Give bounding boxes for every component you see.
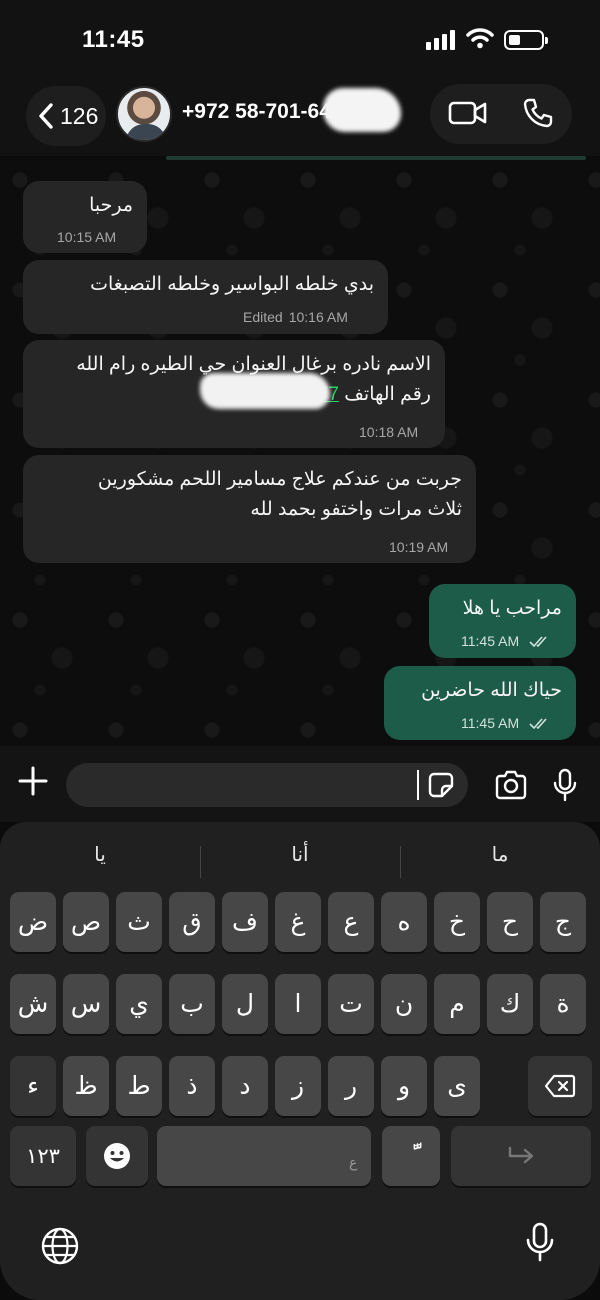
numbers-key[interactable]: ١٢٣ <box>10 1126 76 1186</box>
key-row2-10[interactable]: ة <box>540 974 586 1034</box>
dictation-microphone-icon[interactable] <box>526 1222 554 1262</box>
key-row2-7[interactable]: ن <box>381 974 427 1034</box>
key-row1-10[interactable]: ج <box>540 892 586 952</box>
camera-icon[interactable] <box>494 770 528 800</box>
phone-call-icon[interactable] <box>522 97 554 129</box>
key-row1-1[interactable]: ص <box>63 892 109 952</box>
sticker-icon[interactable] <box>428 772 454 798</box>
suggestion-item[interactable]: ما <box>400 842 600 867</box>
key-row1-8[interactable]: خ <box>434 892 480 952</box>
message-meta: Edited 10:16 AM <box>243 309 348 325</box>
key-row2-0[interactable]: ش <box>10 974 56 1034</box>
message-bubble-outgoing[interactable]: مراحب يا هلا 11:45 AM <box>429 584 576 658</box>
key-row1-6[interactable]: ع <box>328 892 374 952</box>
key-row1-9[interactable]: ح <box>487 892 533 952</box>
key-row2-3[interactable]: ب <box>169 974 215 1034</box>
key-row3-1[interactable]: ظ <box>63 1056 109 1116</box>
text-cursor <box>417 770 419 800</box>
message-time: 10:19 AM <box>389 539 449 555</box>
message-text-line: رقم الهاتف <box>344 384 431 405</box>
edited-label: Edited <box>243 309 283 325</box>
message-time: 11:45 AM <box>461 715 520 731</box>
message-meta: 11:45 AM <box>461 633 551 649</box>
read-receipt-icon <box>529 636 547 648</box>
message-bubble-incoming[interactable]: جربت من عندكم علاج مسامير اللحم مشكورين … <box>23 455 476 563</box>
message-time: 10:16 AM <box>288 309 348 325</box>
chat-screen: 11:45 126 +972 58-701-6413 مرحبا 10:15 A… <box>0 0 600 1300</box>
wifi-icon <box>466 28 494 49</box>
redaction-mark <box>200 373 330 409</box>
battery-level <box>509 35 520 45</box>
microphone-icon[interactable] <box>553 768 577 802</box>
suggestion-item[interactable]: يا <box>0 842 200 867</box>
key-row1-7[interactable]: ه <box>381 892 427 952</box>
emoji-icon <box>104 1143 130 1169</box>
key-row1-0[interactable]: ض <box>10 892 56 952</box>
return-icon <box>508 1146 534 1164</box>
message-meta: 11:45 AM <box>461 715 551 731</box>
suggestion-bar: يا أنا ما <box>0 832 600 878</box>
read-receipt-icon <box>529 718 547 730</box>
cellular-signal-icon <box>426 30 456 50</box>
message-bubble-outgoing[interactable]: حياك الله حاضرين 11:45 AM <box>384 666 576 740</box>
key-row3-4[interactable]: د <box>222 1056 268 1116</box>
key-row2-2[interactable]: ي <box>116 974 162 1034</box>
message-text: مرحبا <box>89 195 133 216</box>
battery-icon <box>504 30 548 50</box>
message-text: جربت من عندكم علاج مسامير اللحم مشكورين <box>97 469 462 490</box>
key-row2-9[interactable]: ك <box>487 974 533 1034</box>
message-text: مراحب يا هلا <box>462 598 562 619</box>
diacritic-key[interactable]: ًّ <box>382 1126 440 1186</box>
key-row1-4[interactable]: ف <box>222 892 268 952</box>
backspace-icon <box>544 1074 576 1098</box>
key-row3-3[interactable]: ذ <box>169 1056 215 1116</box>
message-time: 10:15 AM <box>57 229 117 245</box>
key-row1-2[interactable]: ث <box>116 892 162 952</box>
space-key[interactable]: ع <box>157 1126 371 1186</box>
unread-count: 126 <box>60 102 99 129</box>
backspace-key[interactable] <box>528 1056 592 1116</box>
return-key[interactable] <box>451 1126 591 1186</box>
chat-header: 126 +972 58-701-6413 <box>0 80 600 156</box>
message-bubble-incoming[interactable]: مرحبا 10:15 AM <box>23 181 147 253</box>
globe-icon[interactable] <box>40 1226 80 1266</box>
message-text: بدي خلطه البواسير وخلطه التصبغات <box>90 274 374 295</box>
message-text: ثلاث مرات واختفو بحمد لله <box>250 499 462 520</box>
status-bar: 11:45 <box>0 0 600 80</box>
keyboard: يا أنا ما ١٢٣ ع ًّ <box>0 822 600 1300</box>
key-row3-7[interactable]: و <box>381 1056 427 1116</box>
emoji-key[interactable] <box>86 1126 148 1186</box>
key-row1-3[interactable]: ق <box>169 892 215 952</box>
key-row2-6[interactable]: ت <box>328 974 374 1034</box>
key-row2-4[interactable]: ل <box>222 974 268 1034</box>
chevron-left-icon <box>39 103 53 129</box>
key-row3-6[interactable]: ر <box>328 1056 374 1116</box>
key-row2-1[interactable]: س <box>63 974 109 1034</box>
message-input[interactable] <box>66 763 468 807</box>
key-row2-5[interactable]: ا <box>275 974 321 1034</box>
back-button[interactable]: 126 <box>26 86 106 146</box>
key-row3-2[interactable]: ط <box>116 1056 162 1116</box>
message-time: 10:18 AM <box>359 424 419 440</box>
avatar[interactable] <box>116 86 172 142</box>
composer-bar <box>0 746 600 822</box>
redaction-mark <box>323 88 401 132</box>
message-time: 11:45 AM <box>461 633 520 649</box>
plus-icon[interactable] <box>18 766 48 796</box>
key-row3-5[interactable]: ز <box>275 1056 321 1116</box>
call-actions <box>430 84 572 144</box>
message-bubble-incoming[interactable]: بدي خلطه البواسير وخلطه التصبغات Edited 1… <box>23 260 388 334</box>
suggestion-item[interactable]: أنا <box>200 842 400 867</box>
key-row2-8[interactable]: م <box>434 974 480 1034</box>
message-text: حياك الله حاضرين <box>421 680 562 701</box>
status-time: 11:45 <box>82 26 145 53</box>
key-row1-5[interactable]: غ <box>275 892 321 952</box>
key-row3-8[interactable]: ى <box>434 1056 480 1116</box>
key-row3-0[interactable]: ء <box>10 1056 56 1116</box>
video-call-icon[interactable] <box>448 96 488 130</box>
space-key-hint: ع <box>349 1154 358 1170</box>
